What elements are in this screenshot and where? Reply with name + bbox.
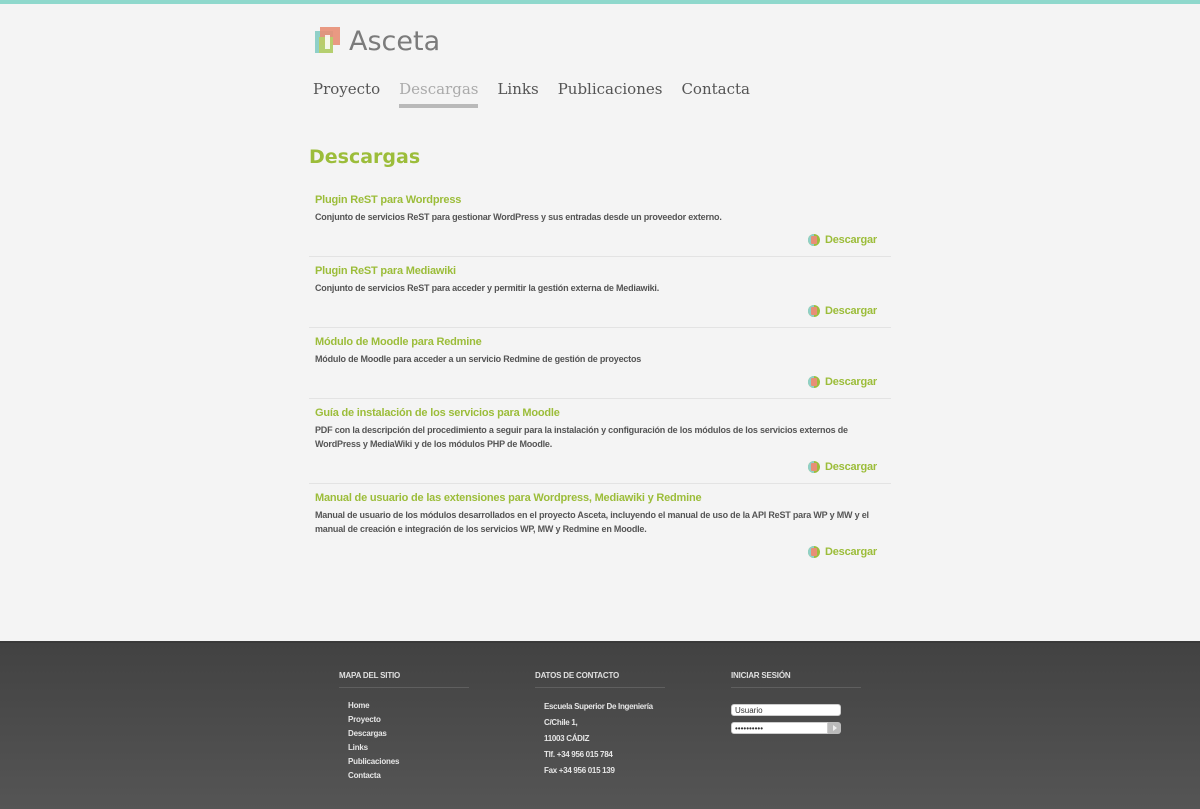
download-item: Manual de usuario de las extensiones par…	[309, 484, 891, 568]
download-icon	[807, 305, 820, 317]
download-icon	[807, 234, 820, 246]
nav-descargas[interactable]: Descargas	[399, 80, 479, 108]
download-description: Conjunto de servicios ReST para acceder …	[315, 283, 660, 293]
contact-line: 11003 CÁDIZ	[544, 734, 590, 743]
nav-links[interactable]: Links	[497, 80, 538, 108]
download-icon	[807, 546, 820, 558]
download-link[interactable]: Descargar	[315, 234, 885, 246]
sitemap-link-publicaciones[interactable]: Publicaciones	[348, 755, 469, 769]
download-description: Módulo de Moodle para acceder a un servi…	[315, 354, 642, 364]
logo-text: Asceta	[349, 25, 441, 57]
download-title: Plugin ReST para Mediawiki	[315, 265, 456, 277]
contact-fax: Fax +34 956 015 139	[544, 766, 615, 775]
download-icon	[807, 461, 820, 473]
login-submit-button[interactable]	[828, 722, 841, 734]
download-link[interactable]: Descargar	[315, 305, 885, 317]
site-logo[interactable]: Asceta	[315, 25, 440, 57]
download-link-label[interactable]: Descargar	[825, 546, 877, 558]
username-input[interactable]	[731, 704, 841, 716]
contact-line: C/Chile 1,	[544, 718, 578, 727]
download-description: Manual de usuario de los módulos desarro…	[315, 510, 869, 534]
main-nav: Proyecto Descargas Links Publicaciones C…	[313, 80, 769, 108]
nav-publicaciones[interactable]: Publicaciones	[558, 80, 663, 108]
download-title: Plugin ReST para Wordpress	[315, 194, 462, 206]
download-item: Plugin ReST para Mediawiki Conjunto de s…	[309, 257, 891, 328]
footer-login: Iniciar sesión	[731, 671, 861, 734]
download-link-label[interactable]: Descargar	[825, 376, 877, 388]
footer-contact: Datos de contacto Escuela Superior De In…	[535, 671, 665, 779]
footer-sitemap: Mapa del sitio Home Proyecto Descargas L…	[339, 671, 469, 783]
nav-contacta[interactable]: Contacta	[681, 80, 750, 108]
top-accent-bar	[0, 0, 1200, 4]
site-footer: Mapa del sitio Home Proyecto Descargas L…	[0, 641, 1200, 809]
download-item: Módulo de Moodle para Redmine Módulo de …	[309, 328, 891, 399]
sitemap-link-descargas[interactable]: Descargas	[348, 727, 469, 741]
downloads-list: Plugin ReST para Wordpress Conjunto de s…	[309, 186, 891, 568]
download-description: PDF con la descripción del procedimiento…	[315, 425, 848, 449]
download-link-label[interactable]: Descargar	[825, 234, 877, 246]
download-title: Módulo de Moodle para Redmine	[315, 336, 482, 348]
sitemap-heading: Mapa del sitio	[339, 671, 469, 688]
sitemap-link-contacta[interactable]: Contacta	[348, 769, 469, 783]
contact-line: Escuela Superior De Ingeniería	[544, 702, 653, 711]
sitemap-link-proyecto[interactable]: Proyecto	[348, 713, 469, 727]
download-link[interactable]: Descargar	[315, 376, 885, 388]
password-input[interactable]	[731, 722, 828, 734]
logo-icon	[315, 27, 341, 55]
download-item: Plugin ReST para Wordpress Conjunto de s…	[309, 186, 891, 257]
contact-phone: Tlf. +34 956 015 784	[544, 750, 613, 759]
download-item: Guía de instalación de los servicios par…	[309, 399, 891, 484]
sitemap-link-home[interactable]: Home	[348, 699, 469, 713]
login-heading: Iniciar sesión	[731, 671, 861, 688]
download-icon	[807, 376, 820, 388]
page-title: Descargas	[309, 146, 421, 168]
sitemap-link-links[interactable]: Links	[348, 741, 469, 755]
download-title: Manual de usuario de las extensiones par…	[315, 492, 702, 504]
download-link[interactable]: Descargar	[315, 461, 885, 473]
download-title: Guía de instalación de los servicios par…	[315, 407, 560, 419]
nav-proyecto[interactable]: Proyecto	[313, 80, 380, 108]
download-link-label[interactable]: Descargar	[825, 305, 877, 317]
download-link[interactable]: Descargar	[315, 546, 885, 558]
contact-heading: Datos de contacto	[535, 671, 665, 688]
download-description: Conjunto de servicios ReST para gestiona…	[315, 212, 722, 222]
download-link-label[interactable]: Descargar	[825, 461, 877, 473]
